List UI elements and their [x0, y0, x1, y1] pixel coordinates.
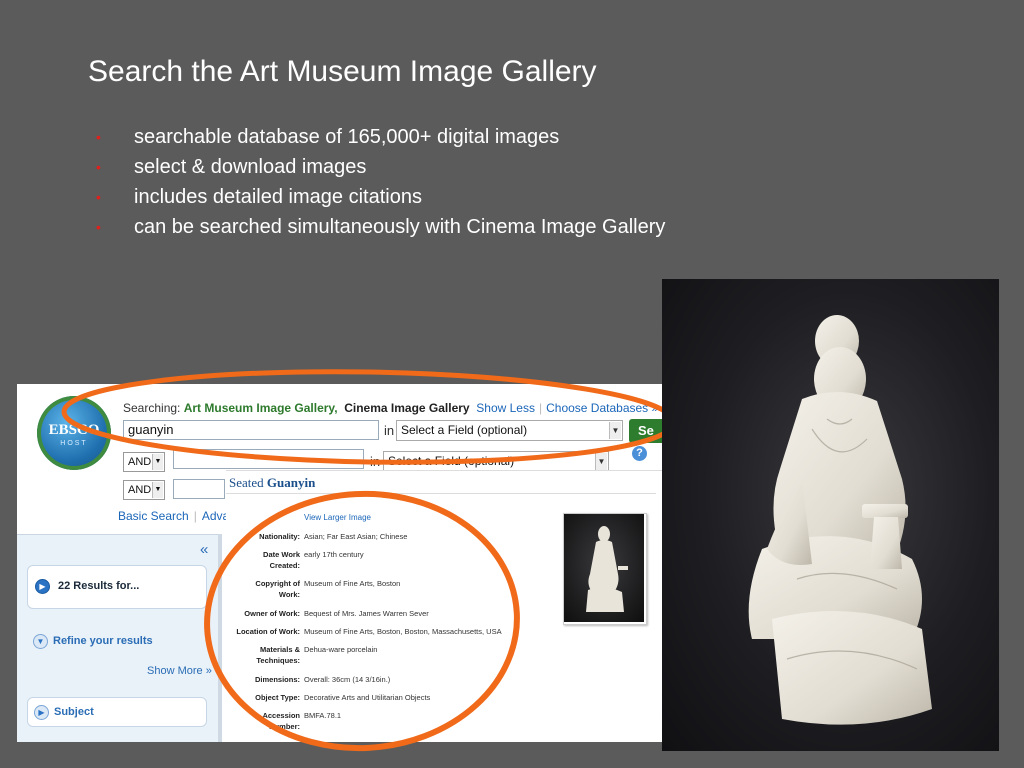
detail-value: Decorative Arts and Utilitarian Objects	[304, 693, 431, 702]
searching-label: Searching:	[123, 401, 181, 415]
detail-value: Bequest of Mrs. James Warren Sever	[304, 609, 429, 618]
help-icon[interactable]: ?	[632, 446, 647, 461]
slide-title: Search the Art Museum Image Gallery	[88, 55, 597, 88]
operator-value: AND	[128, 456, 152, 468]
detail-label: Accession Number:	[226, 710, 300, 732]
view-larger-image-link[interactable]: View Larger Image	[304, 513, 371, 522]
detail-label: Object Type:	[255, 693, 300, 702]
panel-divider	[218, 534, 222, 742]
bullet-text: searchable database of 165,000+ digital …	[134, 126, 560, 148]
bullet-item: • searchable database of 165,000+ digital…	[96, 124, 665, 154]
bullet-dot-icon: •	[96, 129, 101, 145]
thumbnail-image	[564, 514, 644, 622]
detail-label: Owner of Work:	[244, 609, 300, 618]
basic-search-link[interactable]: Basic Search	[118, 509, 189, 523]
detail-label: Location of Work:	[236, 627, 300, 636]
field-select-1[interactable]: Select a Field (optional) ▼	[396, 420, 623, 441]
in-label: in	[384, 423, 395, 438]
in-label: in	[370, 454, 381, 469]
boolean-operator-select-2[interactable]: AND ▼	[123, 480, 165, 500]
search-input-3[interactable]	[173, 479, 225, 499]
boolean-operator-select-1[interactable]: AND ▼	[123, 452, 165, 472]
bullet-text: select & download images	[134, 156, 367, 178]
expand-icon[interactable]: ▶	[34, 705, 49, 720]
show-less-link[interactable]: Show Less	[476, 401, 535, 415]
detail-value: Asian; Far East Asian; Chinese	[304, 532, 408, 541]
chevron-down-icon: ▼	[609, 422, 621, 439]
record-detail-card: Seated Guanyin View Larger Image Nationa…	[226, 470, 662, 742]
bullet-list: • searchable database of 165,000+ digital…	[96, 124, 665, 244]
ebsco-logo[interactable]: EBSCO HOST	[37, 396, 111, 470]
choose-databases-link[interactable]: Choose Databases »	[546, 401, 658, 415]
guanyin-statue-image	[748, 315, 932, 725]
collapse-panel-icon[interactable]: «	[200, 541, 208, 558]
database-name-primary: Art Museum Image Gallery,	[183, 401, 338, 415]
detail-label: Copyright of Work:	[226, 578, 300, 600]
logo-subtext: HOST	[60, 440, 88, 447]
bullet-dot-icon: •	[96, 219, 101, 235]
subject-facet[interactable]: ▶ Subject	[27, 697, 207, 727]
detail-label-line1: Date Work	[263, 550, 300, 559]
detail-label-line2: Techniques:	[256, 656, 300, 665]
bullet-item: • select & download images	[96, 154, 665, 184]
detail-label-line2: Number:	[269, 722, 300, 731]
detail-label-line2: Work:	[278, 590, 300, 599]
subject-label: Subject	[54, 706, 94, 718]
separator: |	[538, 401, 543, 415]
detail-label-line1: Accession	[262, 711, 300, 720]
search-mode-links: Basic Search | Advan	[118, 509, 236, 523]
bullet-text: includes detailed image citations	[134, 186, 422, 208]
search-input[interactable]: guanyin	[123, 420, 379, 440]
detail-value: Dehua-ware porcelain	[304, 645, 378, 654]
search-button[interactable]: Se	[629, 419, 662, 443]
search-input-2[interactable]	[173, 449, 364, 469]
record-title-prefix: Seated	[229, 475, 264, 490]
detail-value: Museum of Fine Arts, Boston, Boston, Mas…	[304, 627, 502, 636]
detail-label-line2: Created:	[269, 561, 300, 570]
ebsco-screenshot: EBSCO HOST Searching: Art Museum Image G…	[17, 384, 662, 742]
bullet-dot-icon: •	[96, 189, 101, 205]
detail-value: Overall: 36cm (14 3/16in.)	[304, 675, 391, 684]
detail-label: Dimensions:	[254, 675, 300, 684]
field-select-1-value: Select a Field (optional)	[401, 423, 528, 437]
record-title[interactable]: Seated Guanyin	[229, 475, 315, 491]
results-box[interactable]: ▶ 22 Results for...	[27, 565, 207, 609]
field-select-2-value: Select a Field (optional)	[388, 454, 515, 468]
bullet-item: • can be searched simultaneously with Cin…	[96, 214, 665, 244]
detail-value: BMFA.78.1	[304, 711, 342, 720]
searching-line: Searching: Art Museum Image Gallery, Cin…	[123, 401, 658, 415]
logo-text: EBSCO	[48, 422, 100, 438]
detail-label-line1: Copyright of	[255, 579, 300, 588]
expand-icon[interactable]: ▶	[35, 579, 50, 594]
results-count: 22 Results for...	[58, 580, 140, 592]
collapse-refine-icon[interactable]: ▼	[33, 634, 48, 649]
detail-value: Museum of Fine Arts, Boston	[304, 579, 401, 588]
divider	[226, 493, 656, 494]
chevron-down-icon: ▼	[595, 453, 607, 470]
separator: |	[193, 509, 197, 523]
database-name-secondary: Cinema Image Gallery	[344, 401, 470, 415]
operator-value: AND	[128, 484, 152, 496]
detail-label: Nationality:	[259, 532, 300, 541]
chevron-down-icon: ▼	[152, 482, 163, 498]
chevron-down-icon: ▼	[152, 454, 163, 470]
detail-label: Materials & Techniques:	[226, 644, 300, 666]
field-select-2[interactable]: Select a Field (optional) ▼	[383, 451, 609, 472]
bullet-item: • includes detailed image citations	[96, 184, 665, 214]
record-title-main: Guanyin	[266, 475, 316, 490]
record-thumbnail[interactable]	[563, 513, 647, 625]
bullet-text: can be searched simultaneously with Cine…	[134, 216, 666, 238]
detail-label-line1: Materials &	[259, 645, 300, 654]
statue-photo	[662, 279, 999, 751]
bullet-dot-icon: •	[96, 159, 101, 175]
show-more-link[interactable]: Show More »	[147, 665, 212, 677]
detail-label: Date Work Created:	[226, 549, 300, 571]
detail-value: early 17th century	[304, 550, 364, 559]
left-results-panel: « ▶ 22 Results for... ▼ Refine your resu…	[17, 534, 218, 742]
refine-results-heading[interactable]: Refine your results	[53, 635, 153, 647]
